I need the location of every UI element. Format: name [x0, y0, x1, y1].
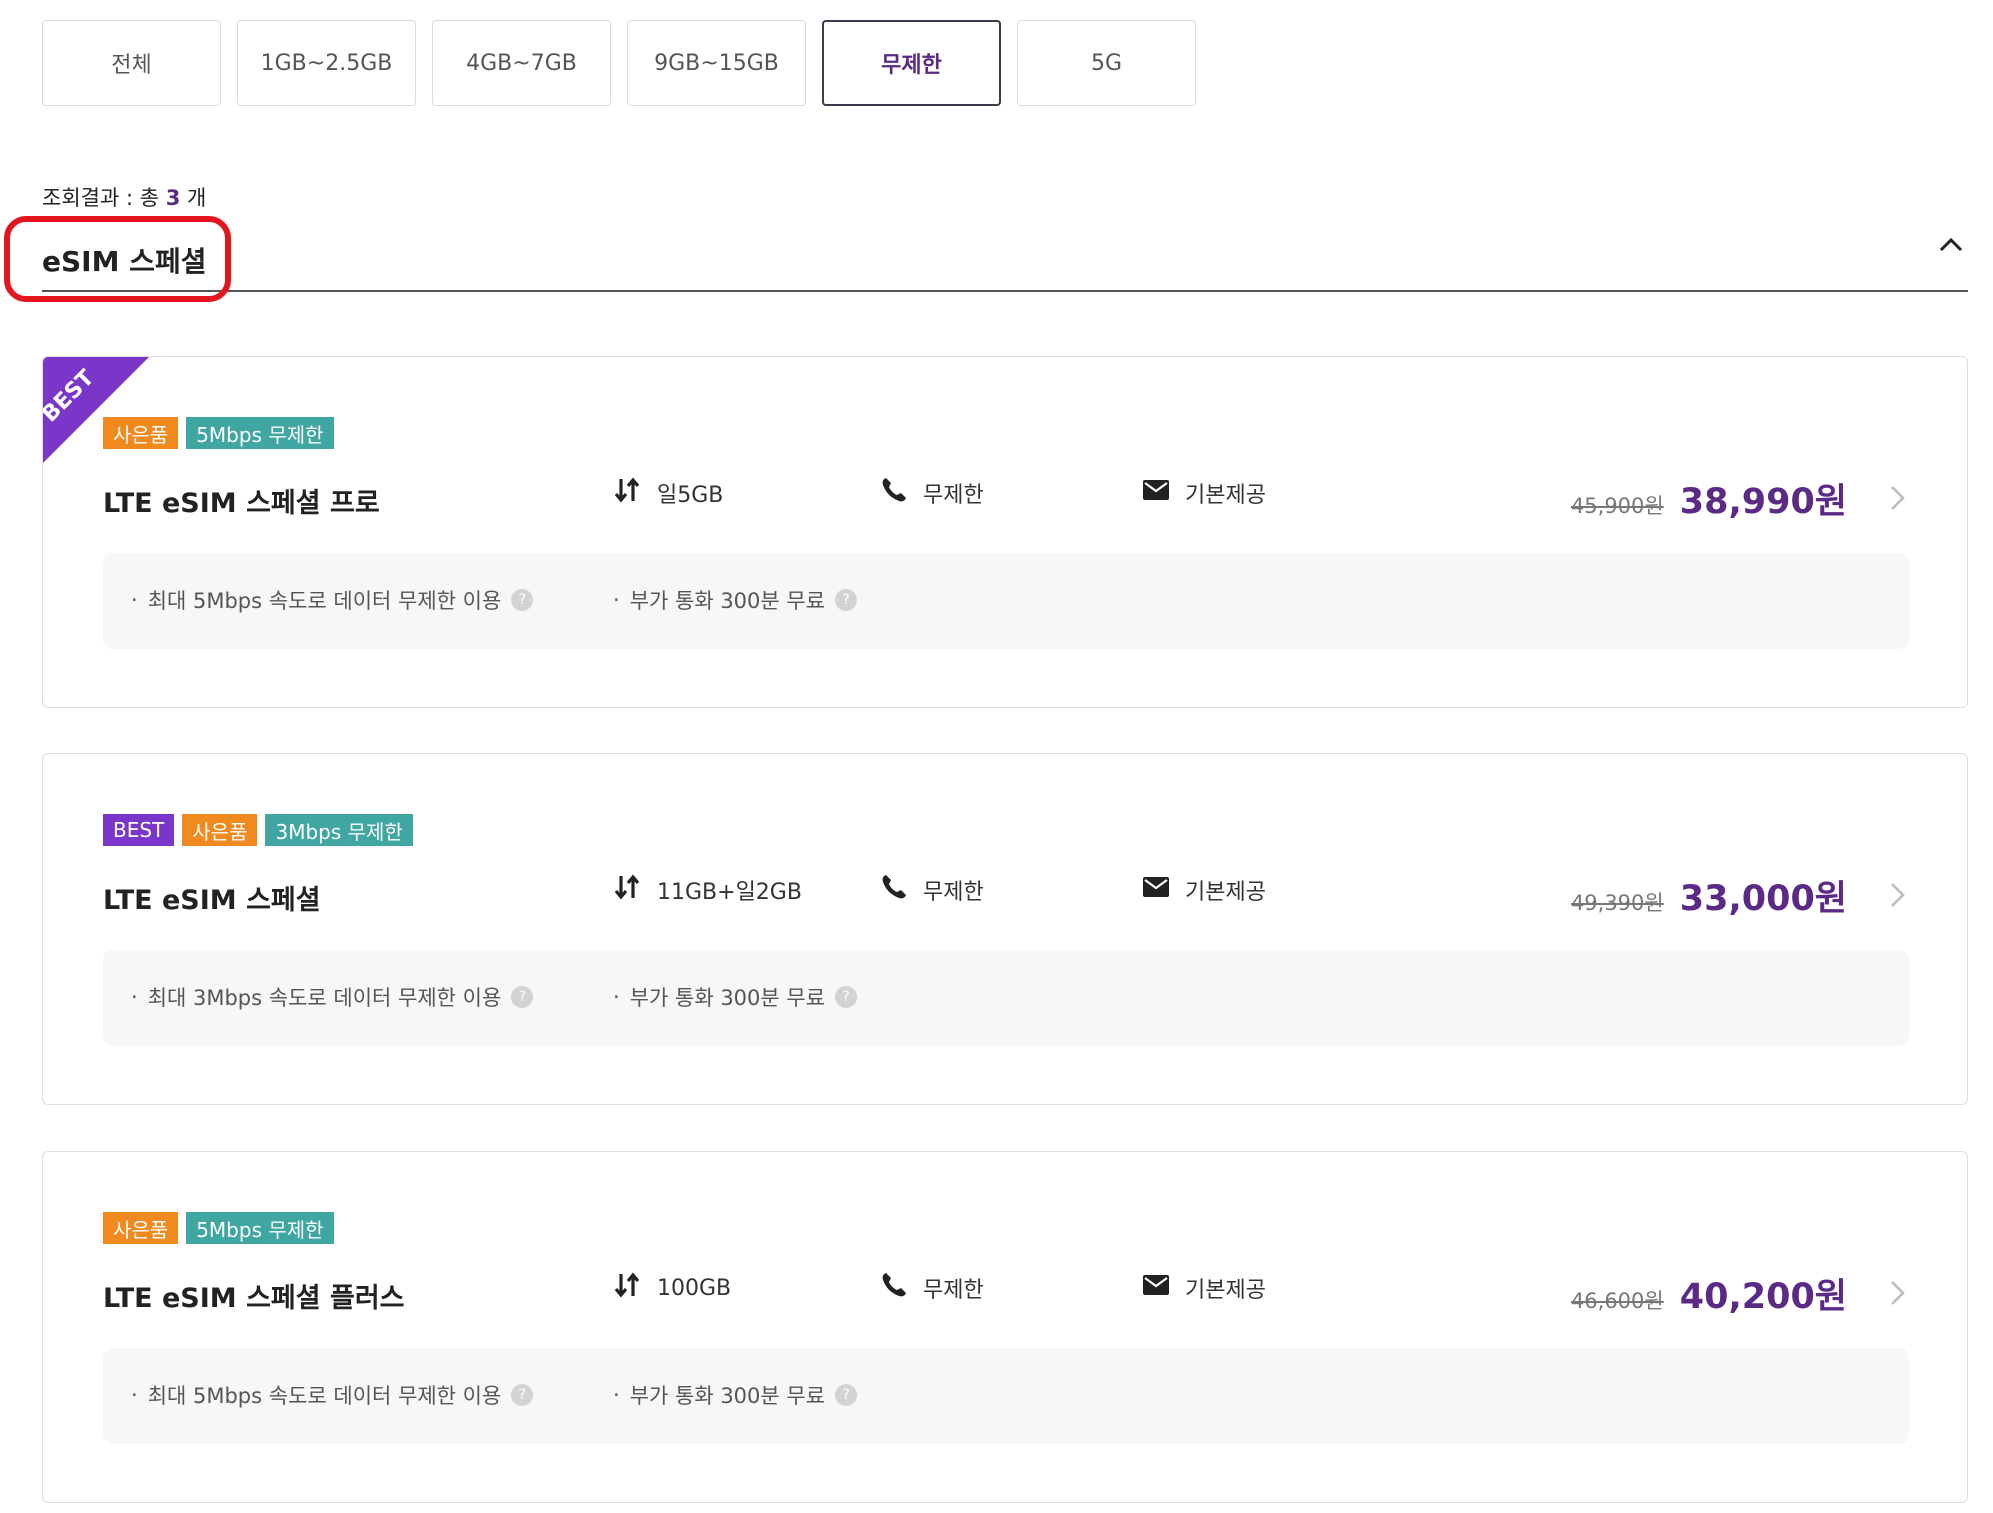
- original-price: 49,390원: [1570, 891, 1664, 915]
- benefit-text: 부가 통화 300분 무료: [629, 589, 826, 613]
- envelope-icon: [1141, 872, 1171, 908]
- result-suffix: 개: [180, 186, 207, 210]
- phone-icon: [879, 1270, 909, 1306]
- call-spec: 무제한: [879, 475, 984, 511]
- benefit-text: 부가 통화 300분 무료: [629, 1384, 826, 1408]
- section-title: eSIM 스페셜: [42, 245, 207, 278]
- plan-badge: 5Mbps 무제한: [186, 1212, 334, 1244]
- benefit-item: · 부가 통화 300분 무료 ?: [613, 1380, 858, 1410]
- question-icon[interactable]: ?: [835, 1384, 858, 1406]
- plan-name[interactable]: LTE eSIM 스페셜 플러스: [103, 1276, 405, 1315]
- data-spec: 100GB: [613, 1270, 731, 1306]
- question-icon[interactable]: ?: [511, 589, 534, 611]
- tab-5g[interactable]: 5G: [1017, 20, 1196, 106]
- phone-icon: [879, 475, 909, 511]
- tab-unlimited[interactable]: 무제한: [822, 20, 1001, 106]
- sale-price: 38,990원: [1679, 482, 1847, 522]
- plan-badge: 사은품: [182, 814, 258, 846]
- tab-all[interactable]: 전체: [42, 20, 221, 106]
- tab-1gb-2-5gb[interactable]: 1GB~2.5GB: [237, 20, 416, 106]
- bullet: ·: [131, 985, 138, 1009]
- benefit-box: · 최대 5Mbps 속도로 데이터 무제한 이용 ? · 부가 통화 300분…: [103, 1348, 1909, 1444]
- plan-badge: 사은품: [103, 1212, 179, 1244]
- benefit-item: · 최대 5Mbps 속도로 데이터 무제한 이용 ?: [131, 585, 534, 615]
- plan-badge: 사은품: [103, 417, 179, 449]
- sale-price: 40,200원: [1679, 1277, 1847, 1317]
- data-amount: 일5GB: [657, 483, 724, 508]
- plan-card[interactable]: BEST 사은품 5Mbps 무제한 LTE eSIM 스페셜 프로 일5GB 무제한 기…: [42, 356, 1968, 708]
- plan-card[interactable]: BEST 사은품 3Mbps 무제한 LTE eSIM 스페셜 11GB+일2GB 무제한…: [42, 753, 1968, 1105]
- data-spec: 일5GB: [613, 475, 723, 511]
- question-icon[interactable]: ?: [835, 986, 858, 1008]
- bullet: ·: [613, 985, 620, 1009]
- data-spec: 11GB+일2GB: [613, 872, 802, 908]
- call-amount: 무제한: [923, 1278, 984, 1303]
- benefit-item: · 최대 5Mbps 속도로 데이터 무제한 이용 ?: [131, 1380, 534, 1410]
- plan-card[interactable]: 사은품 5Mbps 무제한 LTE eSIM 스페셜 플러스 100GB 무제한 기본제공…: [42, 1151, 1968, 1503]
- badge-group: BEST 사은품 3Mbps 무제한: [103, 814, 413, 846]
- envelope-icon: [1141, 1270, 1171, 1306]
- call-spec: 무제한: [879, 1270, 984, 1306]
- benefit-text: 부가 통화 300분 무료: [629, 986, 826, 1010]
- bullet: ·: [613, 1383, 620, 1407]
- call-spec: 무제한: [879, 872, 984, 908]
- call-amount: 무제한: [923, 483, 984, 508]
- sms-spec: 기본제공: [1141, 872, 1266, 908]
- data-arrows-icon: [613, 475, 643, 511]
- sale-price: 33,000원: [1679, 879, 1847, 919]
- plan-badge: BEST: [103, 814, 175, 846]
- benefit-box: · 최대 3Mbps 속도로 데이터 무제한 이용 ? · 부가 통화 300분…: [103, 950, 1909, 1046]
- chevron-right-icon[interactable]: [1887, 880, 1909, 910]
- price-group: 46,600원 40,200원: [1571, 1268, 1847, 1319]
- question-icon[interactable]: ?: [835, 589, 858, 611]
- sms-spec: 기본제공: [1141, 475, 1266, 511]
- benefit-text: 최대 5Mbps 속도로 데이터 무제한 이용: [147, 589, 502, 613]
- benefit-item: · 부가 통화 300분 무료 ?: [613, 585, 858, 615]
- badge-group: 사은품 5Mbps 무제한: [103, 417, 334, 449]
- tab-9gb-15gb[interactable]: 9GB~15GB: [627, 20, 806, 106]
- question-icon[interactable]: ?: [511, 1384, 534, 1406]
- plan-name[interactable]: LTE eSIM 스페셜: [103, 878, 321, 917]
- chevron-right-icon[interactable]: [1887, 483, 1909, 513]
- data-amount: 11GB+일2GB: [657, 880, 802, 905]
- bullet: ·: [131, 588, 138, 612]
- bullet: ·: [131, 1383, 138, 1407]
- chevron-up-icon[interactable]: [1936, 230, 1966, 260]
- original-price: 46,600원: [1570, 1289, 1664, 1313]
- benefit-box: · 최대 5Mbps 속도로 데이터 무제한 이용 ? · 부가 통화 300분…: [103, 553, 1909, 649]
- sms-spec: 기본제공: [1141, 1270, 1266, 1306]
- bullet: ·: [613, 588, 620, 612]
- result-number: 3: [165, 186, 181, 210]
- price-group: 49,390원 33,000원: [1571, 870, 1847, 921]
- sms-amount: 기본제공: [1185, 1278, 1266, 1303]
- tab-4gb-7gb[interactable]: 4GB~7GB: [432, 20, 611, 106]
- benefit-text: 최대 5Mbps 속도로 데이터 무제한 이용: [147, 1384, 502, 1408]
- plan-name[interactable]: LTE eSIM 스페셜 프로: [103, 481, 380, 520]
- section-header[interactable]: eSIM 스페셜: [42, 218, 1968, 292]
- data-arrows-icon: [613, 1270, 643, 1306]
- data-arrows-icon: [613, 872, 643, 908]
- data-amount: 100GB: [657, 1275, 732, 1301]
- price-group: 45,900원 38,990원: [1571, 473, 1847, 524]
- result-count: 조회결과 : 총 3 개: [42, 182, 206, 212]
- chevron-right-icon[interactable]: [1887, 1278, 1909, 1308]
- badge-group: 사은품 5Mbps 무제한: [103, 1212, 334, 1244]
- original-price: 45,900원: [1570, 494, 1664, 518]
- sms-amount: 기본제공: [1185, 483, 1266, 508]
- phone-icon: [879, 872, 909, 908]
- plan-badge: 3Mbps 무제한: [265, 814, 413, 846]
- question-icon[interactable]: ?: [511, 986, 534, 1008]
- result-prefix: 조회결과 : 총: [42, 186, 166, 210]
- benefit-item: · 최대 3Mbps 속도로 데이터 무제한 이용 ?: [131, 982, 534, 1012]
- envelope-icon: [1141, 475, 1171, 511]
- benefit-item: · 부가 통화 300분 무료 ?: [613, 982, 858, 1012]
- filter-tabs: 전체 1GB~2.5GB 4GB~7GB 9GB~15GB 무제한 5G: [42, 20, 1196, 106]
- benefit-text: 최대 3Mbps 속도로 데이터 무제한 이용: [147, 986, 502, 1010]
- sms-amount: 기본제공: [1185, 880, 1266, 905]
- plan-badge: 5Mbps 무제한: [186, 417, 334, 449]
- call-amount: 무제한: [923, 880, 984, 905]
